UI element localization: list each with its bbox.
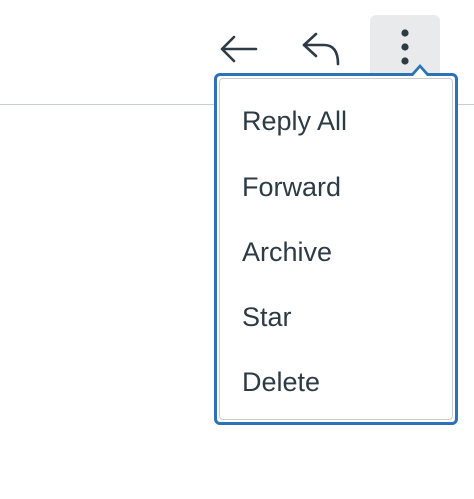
menu-item-forward[interactable]: Forward — [242, 167, 341, 207]
menu-item-delete[interactable]: Delete — [242, 362, 320, 402]
more-vertical-icon — [401, 29, 409, 65]
more-options-menu: Reply All Forward Archive Star Delete — [214, 73, 458, 425]
arrow-left-icon — [220, 35, 258, 63]
menu-item-star[interactable]: Star — [242, 297, 292, 337]
more-options-button[interactable] — [370, 15, 440, 79]
reply-button[interactable] — [296, 26, 346, 72]
menu-item-reply-all[interactable]: Reply All — [242, 101, 347, 141]
reply-icon — [302, 32, 340, 66]
menu-item-archive[interactable]: Archive — [242, 232, 332, 272]
menu-pointer-arrow-fill — [413, 68, 427, 76]
back-button[interactable] — [213, 26, 263, 72]
message-view: Reply All Forward Archive Star Delete — [0, 0, 474, 499]
